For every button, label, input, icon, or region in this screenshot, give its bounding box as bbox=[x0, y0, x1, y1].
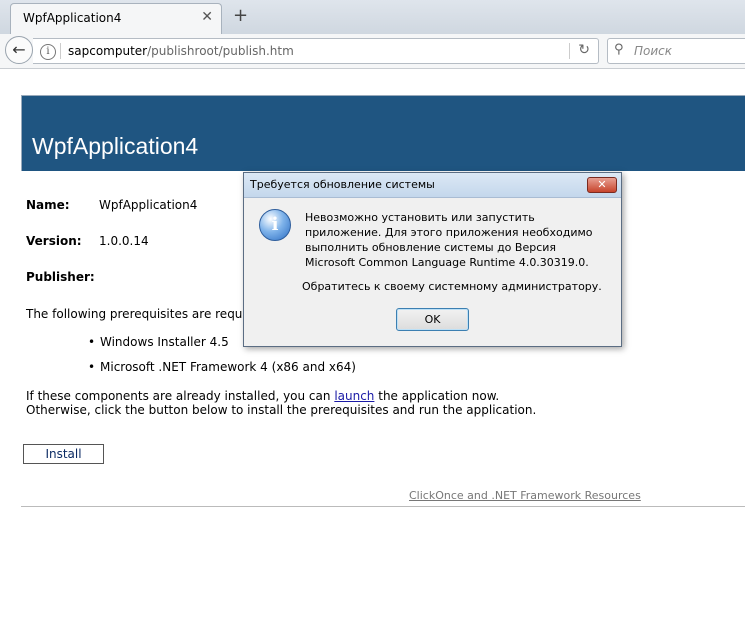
back-arrow-icon[interactable]: ← bbox=[5, 36, 33, 64]
page-title: WpfApplication4 bbox=[32, 133, 199, 159]
reload-divider bbox=[569, 43, 570, 59]
name-value: WpfApplication4 bbox=[99, 198, 198, 212]
system-update-dialog: Требуется обновление системы ✕ i Невозмо… bbox=[243, 172, 622, 347]
ok-button[interactable]: OK bbox=[396, 308, 469, 331]
navigation-bar: ← i sapcomputer/publishroot/publish.htm … bbox=[0, 34, 745, 69]
close-icon[interactable]: ✕ bbox=[587, 177, 617, 193]
instructions-text-1: If these components are already installe… bbox=[26, 389, 335, 403]
app-banner: WpfApplication4 bbox=[21, 95, 745, 171]
search-box[interactable]: ⚲ Поиск bbox=[607, 38, 745, 64]
search-placeholder: Поиск bbox=[634, 44, 673, 58]
browser-tab[interactable]: WpfApplication4 ✕ bbox=[10, 3, 222, 34]
list-item: • Windows Installer 4.5 bbox=[88, 335, 229, 349]
install-button[interactable]: Install bbox=[23, 444, 104, 464]
reload-icon[interactable]: ↻ bbox=[578, 42, 590, 58]
url-path: /publishroot/publish.htm bbox=[147, 44, 294, 58]
divider bbox=[21, 506, 745, 507]
tab-bar: WpfApplication4 ✕ + bbox=[0, 0, 745, 34]
search-icon: ⚲ bbox=[614, 42, 624, 57]
info-icon[interactable]: i bbox=[40, 44, 56, 60]
url-host: sapcomputer bbox=[68, 44, 148, 58]
name-label: Name: bbox=[26, 198, 70, 212]
close-tab-icon[interactable]: ✕ bbox=[201, 9, 213, 25]
prerequisite-name: Windows Installer 4.5 bbox=[100, 335, 229, 349]
prerequisite-name: Microsoft .NET Framework 4 (x86 and x64) bbox=[100, 360, 356, 374]
information-icon: i bbox=[259, 209, 291, 241]
url-divider bbox=[60, 43, 61, 59]
version-label: Version: bbox=[26, 234, 82, 248]
publisher-label: Publisher: bbox=[26, 270, 95, 284]
prerequisites-intro: The following prerequisites are required bbox=[26, 307, 266, 321]
launch-link[interactable]: launch bbox=[334, 389, 374, 403]
dialog-message: Невозможно установить или запустить прил… bbox=[305, 211, 593, 269]
new-tab-button[interactable]: + bbox=[233, 5, 248, 26]
dialog-admin-note: Обратитесь к своему системному администр… bbox=[302, 280, 602, 293]
instructions-paragraph: If these components are already installe… bbox=[26, 389, 566, 417]
tab-title: WpfApplication4 bbox=[23, 11, 122, 25]
resources-link[interactable]: ClickOnce and .NET Framework Resources bbox=[409, 489, 641, 502]
address-bar[interactable]: i sapcomputer/publishroot/publish.htm ↻ bbox=[33, 38, 599, 64]
dialog-titlebar[interactable]: Требуется обновление системы ✕ bbox=[244, 173, 621, 198]
url-text[interactable]: sapcomputer/publishroot/publish.htm bbox=[68, 44, 294, 58]
version-value: 1.0.0.14 bbox=[99, 234, 149, 248]
dialog-title: Требуется обновление системы bbox=[250, 178, 435, 191]
list-item: • Microsoft .NET Framework 4 (x86 and x64… bbox=[88, 360, 356, 374]
